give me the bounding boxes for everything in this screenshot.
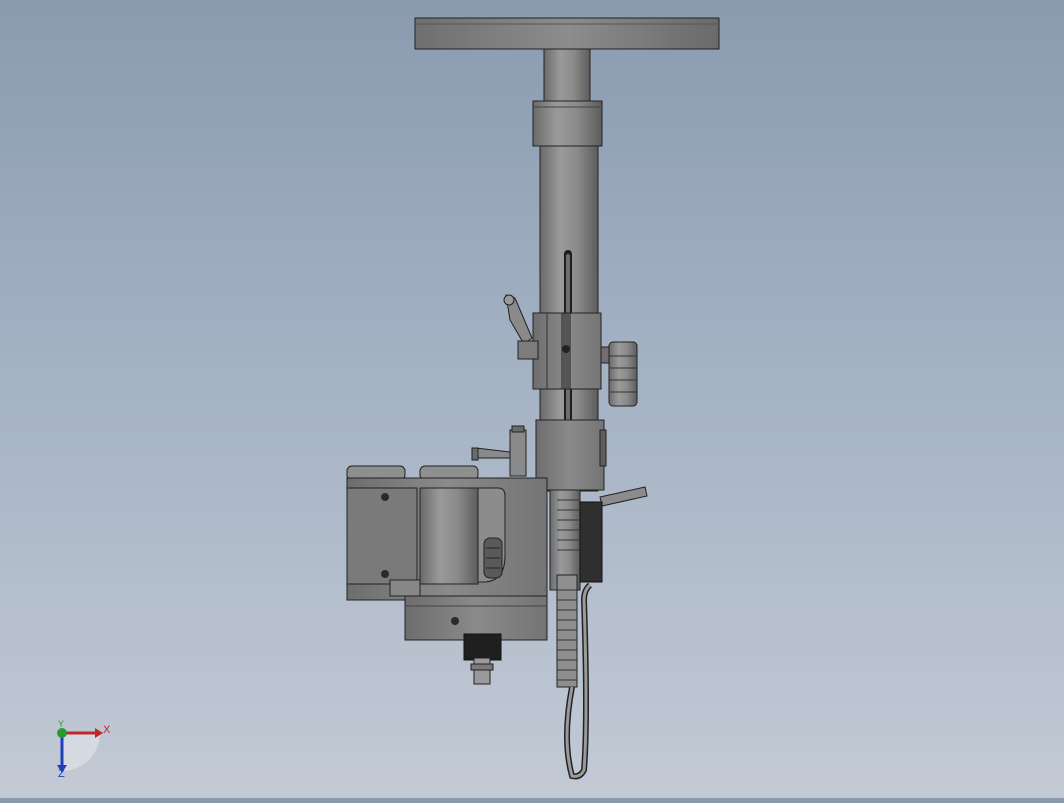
y-axis-dot <box>57 728 67 738</box>
triad-shading <box>62 733 100 771</box>
adjustment-knob <box>600 341 638 407</box>
y-axis-label: Y <box>58 719 64 729</box>
clamp-block <box>532 312 602 390</box>
welding-torch <box>549 489 603 780</box>
z-axis-label: Z <box>58 768 65 780</box>
mounting-plate <box>414 17 720 50</box>
cad-model-render[interactable] <box>0 0 1064 798</box>
cad-viewport[interactable]: X Y Z <box>0 0 1064 798</box>
wire-feeder-housing <box>346 465 548 601</box>
motor-block <box>404 595 548 685</box>
x-axis-label: X <box>103 724 111 736</box>
coordinate-triad: X Y Z <box>57 719 111 780</box>
upper-column <box>532 48 603 147</box>
